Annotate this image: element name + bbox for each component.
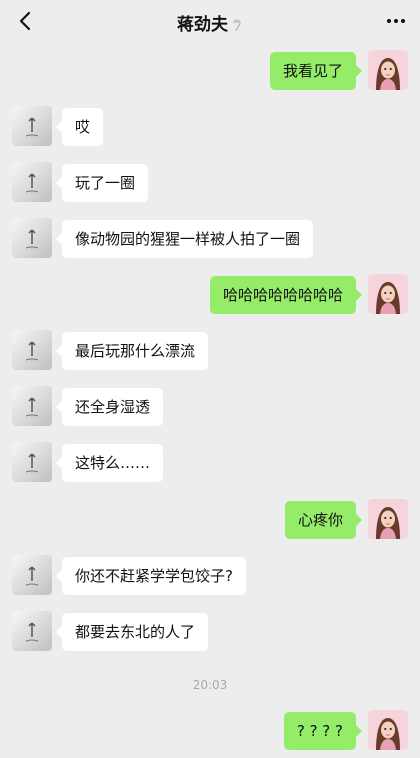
message-bubble[interactable]: 哎 xyxy=(55,108,104,146)
avatar-self[interactable] xyxy=(368,710,408,750)
contact-avatar-icon xyxy=(25,622,39,642)
avatar-self[interactable] xyxy=(368,274,408,314)
chat-header: 蒋劲夫 xyxy=(0,0,420,44)
avatar-self[interactable] xyxy=(368,499,408,539)
message-bubble[interactable]: 像动物园的猩猩一样被人拍了一圈 xyxy=(55,220,314,258)
message-bubble[interactable]: ? ? ? ? xyxy=(283,712,363,750)
chat-title-wrap: 蒋劲夫 xyxy=(0,10,420,35)
contact-avatar-icon xyxy=(25,566,39,586)
message-bubble[interactable]: 玩了一圈 xyxy=(55,164,149,202)
contact-avatar-icon xyxy=(25,453,39,473)
avatar-contact[interactable] xyxy=(12,106,52,146)
avatar-contact[interactable] xyxy=(12,330,52,370)
avatar-contact[interactable] xyxy=(12,555,52,595)
contact-avatar-icon xyxy=(25,397,39,417)
contact-avatar-icon xyxy=(25,229,39,249)
message-bubble[interactable]: 都要去东北的人了 xyxy=(55,613,209,651)
message-bubble[interactable]: 你还不赶紧学学包饺子? xyxy=(56,557,246,595)
avatar-contact[interactable] xyxy=(12,442,52,482)
message-timestamp: 20:03 xyxy=(192,678,228,692)
message-bubble[interactable]: 还全身湿透 xyxy=(55,388,164,426)
message-bubble[interactable]: 心疼你 xyxy=(284,501,363,539)
avatar-contact[interactable] xyxy=(12,162,52,202)
contact-avatar-icon xyxy=(25,341,39,361)
message-bubble[interactable]: 哈哈哈哈哈哈哈哈 xyxy=(209,276,363,314)
avatar-contact[interactable] xyxy=(12,386,52,426)
contact-avatar-icon xyxy=(25,117,39,137)
ear-icon xyxy=(233,19,241,31)
girl-avatar-icon xyxy=(368,499,408,539)
avatar-contact[interactable] xyxy=(12,611,52,651)
girl-avatar-icon xyxy=(368,710,408,750)
girl-avatar-icon xyxy=(368,274,408,314)
message-bubble[interactable]: 这特么…… xyxy=(55,444,164,482)
more-dots-icon[interactable] xyxy=(384,11,408,31)
avatar-self[interactable] xyxy=(368,50,408,90)
message-bubble[interactable]: 最后玩那什么漂流 xyxy=(55,332,209,370)
avatar-contact[interactable] xyxy=(12,218,52,258)
contact-avatar-icon xyxy=(25,173,39,193)
chat-title: 蒋劲夫 xyxy=(177,15,228,35)
message-bubble[interactable]: 我看见了 xyxy=(269,52,363,90)
girl-avatar-icon xyxy=(368,50,408,90)
